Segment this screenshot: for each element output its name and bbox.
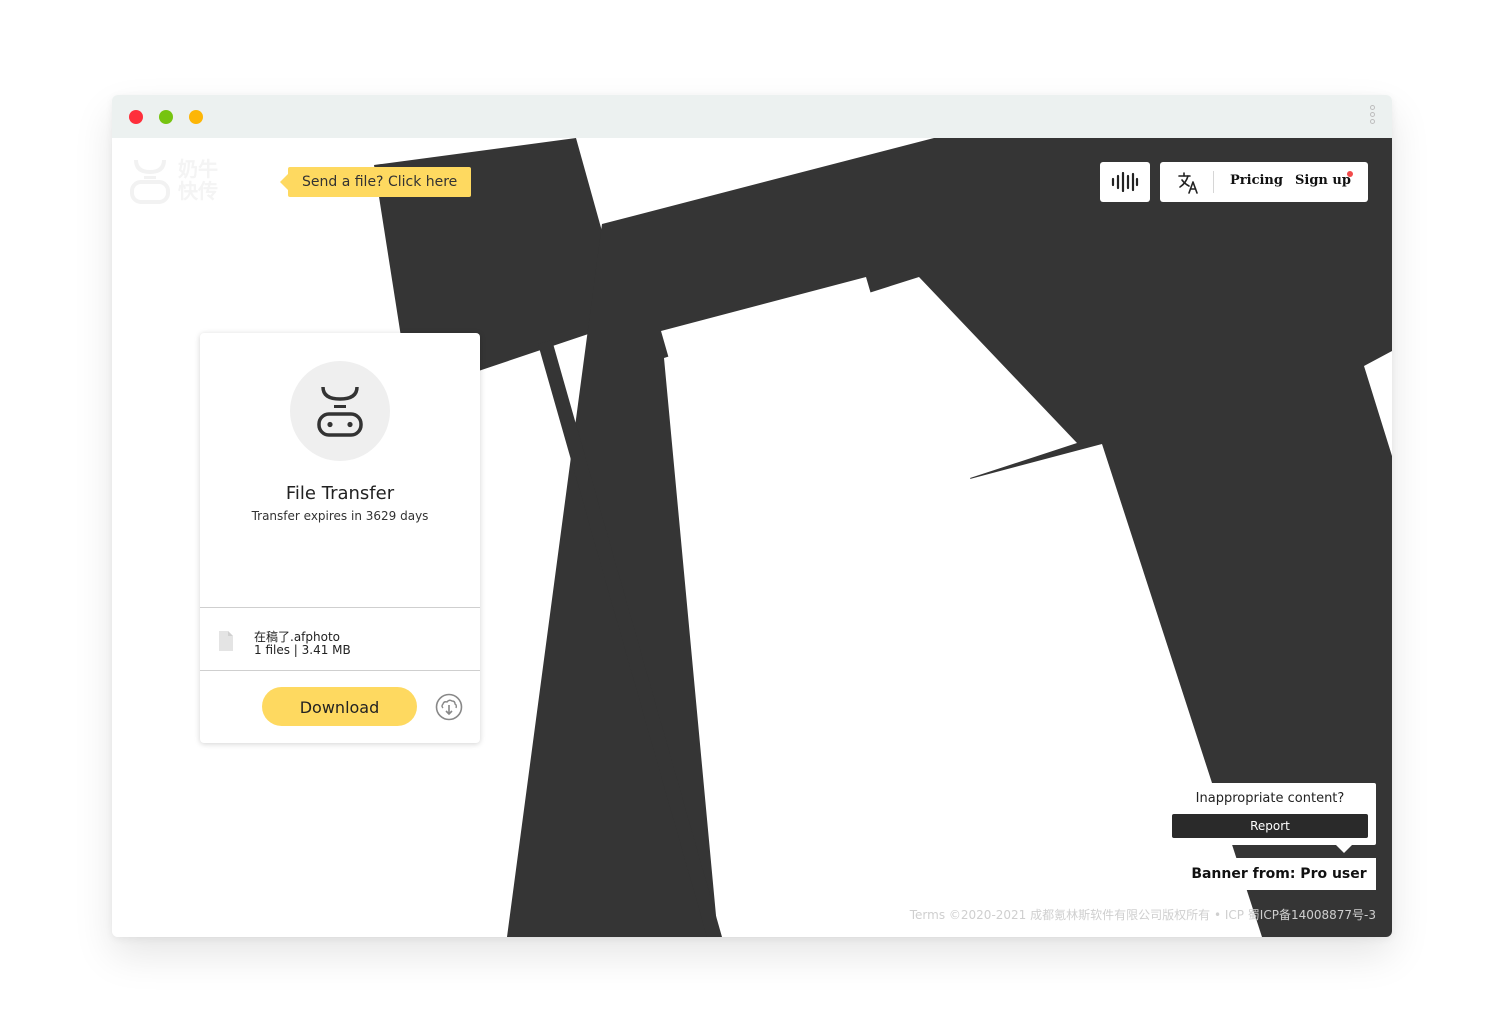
divider [200, 670, 480, 671]
pricing-link[interactable]: Pricing [1230, 173, 1283, 188]
report-question: Inappropriate content? [1195, 791, 1345, 806]
title-bar [112, 95, 1392, 138]
kebab-menu-icon[interactable] [1370, 105, 1378, 129]
brand-logo[interactable]: 奶牛 快传 [130, 158, 230, 208]
sound-wave-icon [1111, 172, 1139, 192]
divider [200, 607, 480, 608]
close-window-button[interactable] [129, 110, 143, 124]
send-file-tip[interactable]: Send a file? Click here [279, 167, 472, 197]
translate-icon[interactable] [1178, 172, 1200, 194]
nav-divider [1213, 171, 1214, 193]
page-viewport: 奶牛 快传 Send a file? Click here Pricing Si… [112, 138, 1392, 937]
signup-link[interactable]: Sign up [1295, 173, 1351, 188]
cow-avatar-icon [317, 386, 363, 437]
report-panel-tail [1336, 845, 1352, 853]
browser-window: 奶牛 快传 Send a file? Click here Pricing Si… [112, 95, 1392, 937]
file-meta: 1 files | 3.41 MB [254, 643, 351, 657]
logo-text: 奶牛 快传 [178, 157, 218, 203]
download-button[interactable]: Download [262, 687, 417, 726]
expiry-text: Transfer expires in 3629 days [251, 509, 429, 523]
card-title: File Transfer [285, 483, 395, 504]
footer-text[interactable]: Terms ©2020-2021 成都氪林斯软件有限公司版权所有 • ICP 蜀… [910, 906, 1376, 923]
cloud-transfer-icon[interactable] [435, 693, 463, 721]
cow-logo-icon [130, 159, 170, 204]
report-button[interactable]: Report [1172, 814, 1368, 838]
report-panel: Inappropriate content? Report [1164, 783, 1376, 845]
sound-button[interactable] [1100, 162, 1150, 202]
file-transfer-card: File Transfer Transfer expires in 3629 d… [200, 333, 480, 743]
minimize-window-button[interactable] [159, 110, 173, 124]
top-nav: Pricing Sign up [1160, 162, 1368, 202]
notification-dot [1347, 171, 1353, 177]
avatar [290, 361, 390, 461]
zoom-window-button[interactable] [189, 110, 203, 124]
file-icon [219, 631, 233, 651]
banner-credit[interactable]: Banner from: Pro user [1182, 858, 1376, 890]
